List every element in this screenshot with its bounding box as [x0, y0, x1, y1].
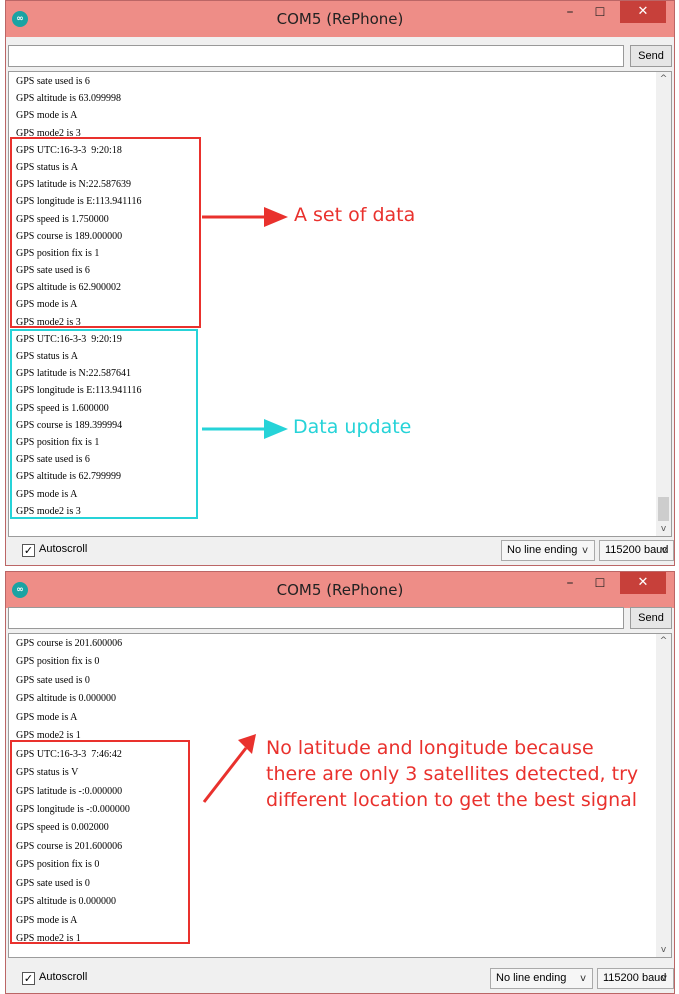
baud-rate-select[interactable]: 115200 baud v: [599, 540, 674, 561]
scroll-thumb[interactable]: [658, 497, 669, 521]
vertical-scrollbar[interactable]: ^ v: [656, 634, 671, 957]
autoscroll-checkbox[interactable]: ✓: [22, 544, 35, 557]
title-bar[interactable]: ∞ COM5 (RePhone) – ☐ ✕: [6, 1, 674, 37]
send-button[interactable]: Send: [630, 45, 672, 67]
scroll-up-icon[interactable]: ^: [656, 72, 671, 86]
scroll-down-icon[interactable]: v: [656, 943, 671, 957]
autoscroll-label: Autoscroll: [39, 543, 88, 555]
send-button[interactable]: Send: [630, 607, 672, 629]
send-input[interactable]: [8, 45, 624, 67]
chevron-down-icon: v: [661, 545, 667, 556]
close-button[interactable]: ✕: [620, 1, 666, 23]
scroll-down-icon[interactable]: v: [656, 522, 671, 536]
output-line: GPS sate used is 0: [16, 674, 90, 686]
send-row: Send: [8, 45, 672, 67]
title-bar[interactable]: ∞ COM5 (RePhone) – ☐ ✕: [6, 572, 674, 608]
scroll-up-icon[interactable]: ^: [656, 634, 671, 648]
close-button[interactable]: ✕: [620, 572, 666, 594]
bottom-bar: ✓ Autoscroll No line ending v 115200 bau…: [6, 537, 674, 565]
minimize-button[interactable]: –: [558, 1, 582, 23]
send-input[interactable]: [8, 607, 624, 629]
data-set-highlight-box: [10, 137, 201, 328]
annotation-data-update: Data update: [293, 416, 412, 438]
baud-rate-value: 115200 baud: [603, 972, 667, 984]
annotation-no-fix: No latitude and longitude because there …: [266, 735, 638, 813]
output-line: GPS sate used is 6: [16, 76, 90, 87]
baud-rate-select[interactable]: 115200 baud v: [597, 968, 674, 989]
data-update-highlight-box: [10, 329, 198, 519]
line-ending-value: No line ending: [496, 972, 567, 984]
annotation-set-of-data: A set of data: [294, 204, 416, 226]
chevron-down-icon: v: [582, 545, 588, 556]
output-line: GPS course is 201.600006: [16, 638, 123, 649]
maximize-button[interactable]: ☐: [588, 1, 612, 23]
autoscroll-checkbox[interactable]: ✓: [22, 972, 35, 985]
annotation-no-fix-line-2: there are only 3 satellites detected, tr…: [266, 763, 639, 785]
output-line: GPS altitude is 0.000000: [16, 693, 117, 705]
output-line: GPS altitude is 63.099998: [16, 93, 122, 105]
arrow-icon: [202, 419, 288, 439]
arrow-icon: [202, 734, 256, 803]
chevron-down-icon: v: [661, 973, 667, 984]
bottom-bar: ✓ Autoscroll No line ending v 115200 bau…: [6, 965, 674, 993]
send-row: Send: [8, 607, 672, 629]
annotation-no-fix-line-3: different location to get the best signa…: [266, 789, 638, 811]
no-fix-highlight-box: [10, 740, 190, 944]
maximize-button[interactable]: ☐: [588, 572, 612, 594]
output-line: GPS mode is A: [16, 110, 78, 122]
baud-rate-value: 115200 baud: [605, 544, 669, 556]
vertical-scrollbar[interactable]: ^ v: [656, 72, 671, 536]
chevron-down-icon: v: [580, 973, 586, 984]
output-line: GPS mode is A: [16, 711, 78, 723]
line-ending-value: No line ending: [507, 544, 578, 556]
output-line: GPS position fix is 0: [16, 656, 100, 668]
arrow-icon: [202, 207, 288, 227]
minimize-button[interactable]: –: [558, 572, 582, 594]
line-ending-select[interactable]: No line ending v: [490, 968, 593, 989]
annotation-no-fix-line-1: No latitude and longitude because: [266, 737, 594, 759]
autoscroll-label: Autoscroll: [39, 971, 88, 983]
line-ending-select[interactable]: No line ending v: [501, 540, 595, 561]
